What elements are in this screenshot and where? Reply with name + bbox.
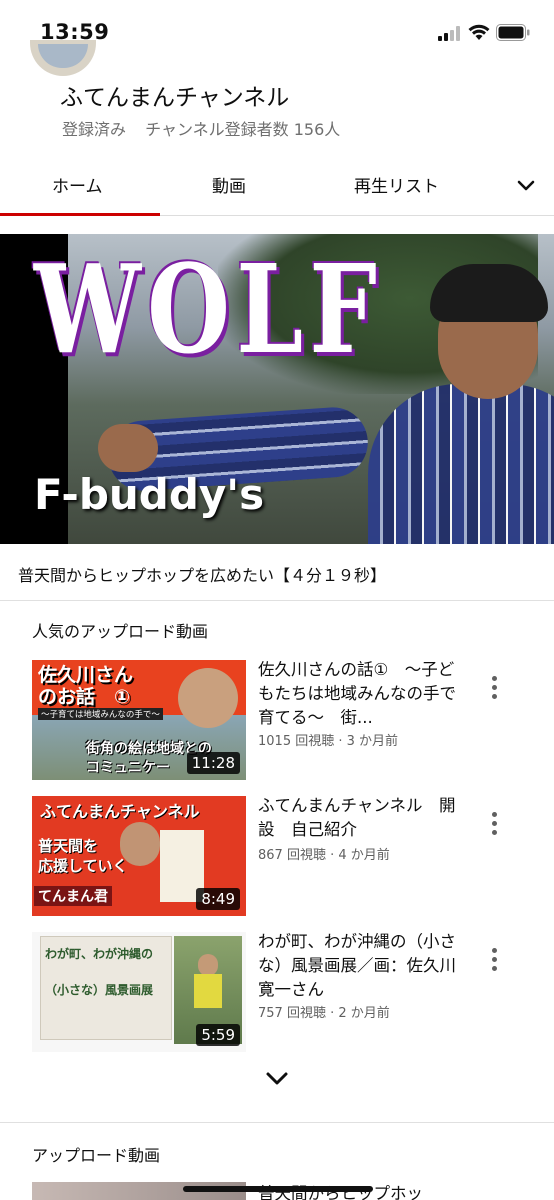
channel-avatar[interactable] [30, 40, 96, 76]
hero-artist-text: F-buddy's [34, 470, 265, 519]
video-thumbnail[interactable]: わが町、わが沖縄の （小さな）風景画展 5:59 [32, 932, 246, 1052]
divider [0, 600, 554, 601]
divider [0, 1122, 554, 1123]
featured-video-player[interactable]: WOLF F-buddy's [0, 234, 554, 544]
expand-chevron-icon[interactable] [262, 1066, 292, 1090]
video-title[interactable]: ふてんまんチャンネル 開設 自己紹介 [258, 794, 470, 842]
featured-video-title[interactable]: 普天間からヒップホップを広めたい【４分１９秒】 [18, 562, 386, 586]
channel-tabs: ホーム 動画 再生リスト [0, 158, 554, 216]
chevron-down-icon[interactable] [514, 174, 538, 198]
video-meta: 867 回視聴 · 4 か月前 [258, 848, 390, 863]
channel-header: ふてんまんチャンネル 登録済み チャンネル登録者数 156人 ホーム 動画 再生… [0, 40, 554, 216]
wifi-icon [468, 24, 490, 40]
video-title[interactable]: わが町、わが沖縄の（小さな）風景画展／画：佐久川寛一さん [258, 930, 470, 1002]
video-thumbnail[interactable]: 佐久川さん のお話 ① 〜子育ては地域みんなの手で〜 街角の絵は地域との コミュ… [32, 660, 246, 780]
subscribed-status[interactable]: 登録済み [62, 120, 126, 139]
video-duration: 5:59 [196, 1024, 240, 1046]
thumb-person [120, 822, 160, 866]
thumb-poster: わが町、わが沖縄の （小さな）風景画展 [40, 936, 172, 1040]
channel-meta: 登録済み チャンネル登録者数 156人 [62, 116, 340, 140]
cellular-signal-icon [438, 25, 462, 41]
active-tab-indicator [0, 213, 160, 216]
video-row[interactable]: わが町、わが沖縄の （小さな）風景画展 5:59 わが町、わが沖縄の（小さな）風… [0, 932, 554, 1056]
popular-section-title: 人気のアップロード動画 [32, 622, 209, 641]
more-options-icon[interactable] [486, 946, 504, 974]
uploads-section-title: アップロード動画 [32, 1146, 161, 1165]
thumb-text: 佐久川さん のお話 ① [38, 664, 134, 708]
home-indicator[interactable] [183, 1186, 373, 1192]
thumb-subtext: 〜子育ては地域みんなの手で〜 [38, 708, 163, 720]
thumb-person [178, 668, 238, 728]
thumb-label: てんまん君 [34, 886, 112, 906]
video-thumbnail[interactable]: ふてんまんチャンネル 普天間を 応援していく てんまん君 8:49 [32, 796, 246, 916]
battery-icon [496, 24, 530, 41]
more-options-icon[interactable] [486, 674, 504, 702]
thumb-text: ふてんまんチャンネル [40, 802, 200, 821]
subscriber-count: チャンネル登録者数 156人 [145, 120, 341, 139]
video-duration: 8:49 [196, 888, 240, 910]
video-title[interactable]: 佐久川さんの話① 〜子どもたちは地域みんなの手で育てる〜 街... [258, 658, 470, 730]
hero-wolf-text: WOLF [34, 237, 384, 381]
channel-name: ふてんまんチャンネル [60, 85, 290, 111]
video-duration: 11:28 [186, 752, 240, 774]
video-meta: 1015 回視聴 · 3 か月前 [258, 734, 399, 749]
tab-home[interactable]: ホーム [52, 172, 103, 197]
video-row[interactable]: 佐久川さん のお話 ① 〜子育ては地域みんなの手で〜 街角の絵は地域との コミュ… [0, 660, 554, 784]
video-row[interactable]: ふてんまんチャンネル 普天間を 応援していく てんまん君 8:49 ふてんまんチ… [0, 796, 554, 920]
tab-videos[interactable]: 動画 [212, 172, 246, 197]
more-options-icon[interactable] [486, 810, 504, 838]
tab-playlists[interactable]: 再生リスト [354, 172, 439, 197]
hero-person-image [368, 264, 554, 544]
thumb-caption: 普天間を 応援していく [38, 837, 128, 875]
video-meta: 757 回視聴 · 2 か月前 [258, 1006, 390, 1021]
